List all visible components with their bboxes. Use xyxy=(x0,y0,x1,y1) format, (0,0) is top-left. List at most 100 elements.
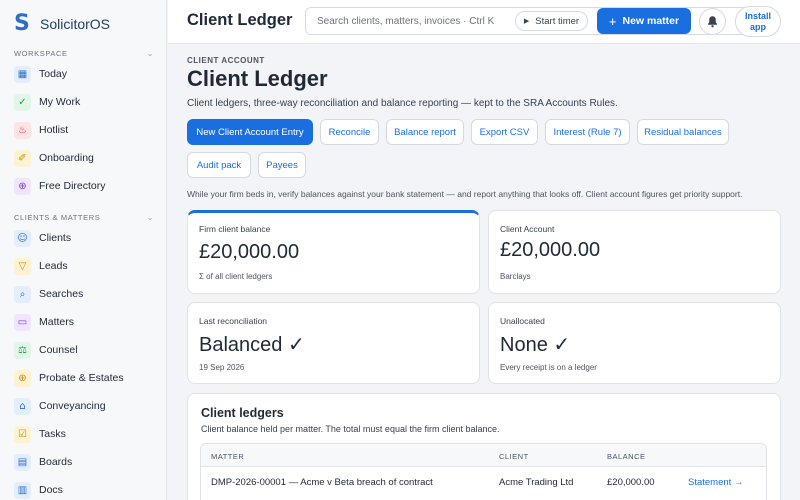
unallocated-card: Unallocated None ✓ Every receipt is on a… xyxy=(488,302,781,384)
sidebar-item-label: Onboarding xyxy=(39,152,94,164)
task-icon: ☑ xyxy=(14,425,31,443)
new-matter-label: New matter xyxy=(622,15,680,27)
sidebar-item-boards[interactable]: ▤ Boards xyxy=(14,451,154,473)
grid-icon: ▦ xyxy=(14,65,31,83)
verification-notice: While your firm beds in, verify balances… xyxy=(187,189,743,199)
card-label: Client Account xyxy=(500,224,555,234)
sidebar-item-leads[interactable]: ▽ Leads xyxy=(14,255,154,277)
sidebar-item-label: Docs xyxy=(39,484,63,496)
sidebar-item-label: My Work xyxy=(39,96,81,108)
sidebar-item-hotlist[interactable]: ♨ Hotlist xyxy=(14,119,154,141)
balance-report-button[interactable]: Balance report xyxy=(386,119,464,145)
sidebar-item-probate-estates[interactable]: ⊕ Probate & Estates xyxy=(14,367,154,389)
sidebar-item-onboarding[interactable]: ✐ Onboarding xyxy=(14,147,154,169)
page-eyebrow: CLIENT ACCOUNT xyxy=(187,56,265,65)
sidebar-item-label: Matters xyxy=(39,316,75,328)
sidebar-item-my-work[interactable]: ✓ My Work xyxy=(14,91,154,113)
page-subtitle: Client ledgers, three-way reconciliation… xyxy=(187,98,618,109)
top-bar-title: Client Ledger xyxy=(187,11,293,29)
section-label: CLIENTS & MATTERS xyxy=(14,213,101,222)
chevron-down-icon[interactable]: ⌄ xyxy=(147,49,154,58)
search-placeholder: Search clients, matters, invoices · Ctrl… xyxy=(317,16,495,27)
audit-pack-button[interactable]: Audit pack xyxy=(187,152,251,178)
balance-cell: £20,000.00 xyxy=(607,477,655,488)
client-ledgers-panel: Client ledgers Client balance held per m… xyxy=(187,393,781,500)
new-matter-button[interactable]: + New matter xyxy=(597,8,691,34)
brush-icon: ✐ xyxy=(14,149,31,167)
table-header: MATTER CLIENT BALANCE xyxy=(201,444,766,467)
chevron-down-icon[interactable]: ⌄ xyxy=(147,213,154,222)
client-account-card: Client Account £20,000.00 Barclays xyxy=(488,210,781,294)
sidebar-item-matters[interactable]: ▭ Matters xyxy=(14,311,154,333)
client-ledgers-subtitle: Client balance held per matter. The tota… xyxy=(201,424,500,434)
folder-icon: ▭ xyxy=(14,313,31,331)
card-note: Σ of all client ledgers xyxy=(199,272,273,281)
card-value: None ✓ xyxy=(500,334,571,356)
card-note: Every receipt is on a ledger xyxy=(500,363,597,372)
export-csv-button[interactable]: Export CSV xyxy=(471,119,538,145)
card-label: Firm client balance xyxy=(199,224,271,234)
card-value: £20,000.00 xyxy=(199,241,300,263)
user-icon: ☺ xyxy=(14,229,31,247)
statement-link[interactable]: Statement → xyxy=(688,477,743,488)
firm-client-balance-card: Firm client balance £20,000.00 Σ of all … xyxy=(187,210,480,294)
sidebar-item-free-directory[interactable]: ⊕ Free Directory xyxy=(14,175,154,197)
brand[interactable]: S SolicitorOS xyxy=(14,11,110,36)
board-icon: ▤ xyxy=(14,453,31,471)
sidebar-item-label: Clients xyxy=(39,232,72,244)
start-timer-label: Start timer xyxy=(535,15,580,27)
funnel-icon: ▽ xyxy=(14,257,31,275)
sidebar-item-today[interactable]: ▦ Today xyxy=(14,63,154,85)
payees-button[interactable]: Payees xyxy=(258,152,306,178)
sidebar-item-clients[interactable]: ☺ Clients xyxy=(14,227,154,249)
play-icon: ▶ xyxy=(523,18,530,25)
scales-icon: ⚖ xyxy=(14,341,31,359)
search-globe-icon: ⊕ xyxy=(14,177,31,195)
card-value: £20,000.00 xyxy=(500,239,601,261)
column-header-balance: BALANCE xyxy=(607,452,646,461)
sidebar-item-label: Tasks xyxy=(39,428,66,440)
search-icon: ⌕ xyxy=(14,285,31,303)
check-square-icon: ✓ xyxy=(14,93,31,111)
install-label-line-1: Install xyxy=(744,11,771,21)
sidebar-item-label: Counsel xyxy=(39,344,78,356)
sidebar: S SolicitorOS WORKSPACE ⌄ ▦ Today ✓ My W… xyxy=(0,0,167,500)
section-header-workspace[interactable]: WORKSPACE ⌄ xyxy=(14,49,154,58)
reconcile-button[interactable]: Reconcile xyxy=(320,119,379,145)
brand-name: SolicitorOS xyxy=(40,15,111,32)
sidebar-item-label: Searches xyxy=(39,288,84,300)
card-value: Balanced ✓ xyxy=(199,334,305,356)
sidebar-item-tasks[interactable]: ☑ Tasks xyxy=(14,423,154,445)
notifications-button[interactable] xyxy=(699,8,726,35)
section-header-clients-matters[interactable]: CLIENTS & MATTERS ⌄ xyxy=(14,213,154,222)
residual-balances-button[interactable]: Residual balances xyxy=(637,119,729,145)
section-label: WORKSPACE xyxy=(14,49,68,58)
sidebar-item-label: Boards xyxy=(39,456,73,468)
sidebar-item-label: Probate & Estates xyxy=(39,372,124,384)
sidebar-item-label: Leads xyxy=(39,260,68,272)
install-app-button[interactable]: Install app xyxy=(735,6,781,37)
start-timer-button[interactable]: ▶ Start timer xyxy=(515,11,588,31)
top-bar: Client Ledger Search clients, matters, i… xyxy=(168,0,800,44)
sidebar-item-label: Conveyancing xyxy=(39,400,106,412)
doc-icon: ▥ xyxy=(14,481,31,499)
sidebar-item-label: Today xyxy=(39,68,68,80)
card-note: Barclays xyxy=(500,272,531,281)
sidebar-item-docs[interactable]: ▥ Docs xyxy=(14,479,154,500)
sidebar-item-conveyancing[interactable]: ⌂ Conveyancing xyxy=(14,395,154,417)
column-header-client: CLIENT xyxy=(499,452,529,461)
sidebar-item-label: Free Directory xyxy=(39,180,106,192)
bell-icon xyxy=(708,16,717,28)
sidebar-item-searches[interactable]: ⌕ Searches xyxy=(14,283,154,305)
new-client-account-entry-button[interactable]: New Client Account Entry xyxy=(187,119,313,145)
column-header-matter: MATTER xyxy=(211,452,245,461)
brand-logo-icon: S xyxy=(14,11,30,36)
last-reconciliation-card: Last reconciliation Balanced ✓ 19 Sep 20… xyxy=(187,302,480,384)
card-label: Last reconciliation xyxy=(199,316,268,326)
coin-icon: ⊕ xyxy=(14,369,31,387)
card-label: Unallocated xyxy=(500,316,545,326)
client-ledgers-title: Client ledgers xyxy=(201,406,284,420)
sidebar-item-counsel[interactable]: ⚖ Counsel xyxy=(14,339,154,361)
interest-rule-7-button[interactable]: Interest (Rule 7) xyxy=(545,119,630,145)
sidebar-item-label: Hotlist xyxy=(39,124,69,136)
